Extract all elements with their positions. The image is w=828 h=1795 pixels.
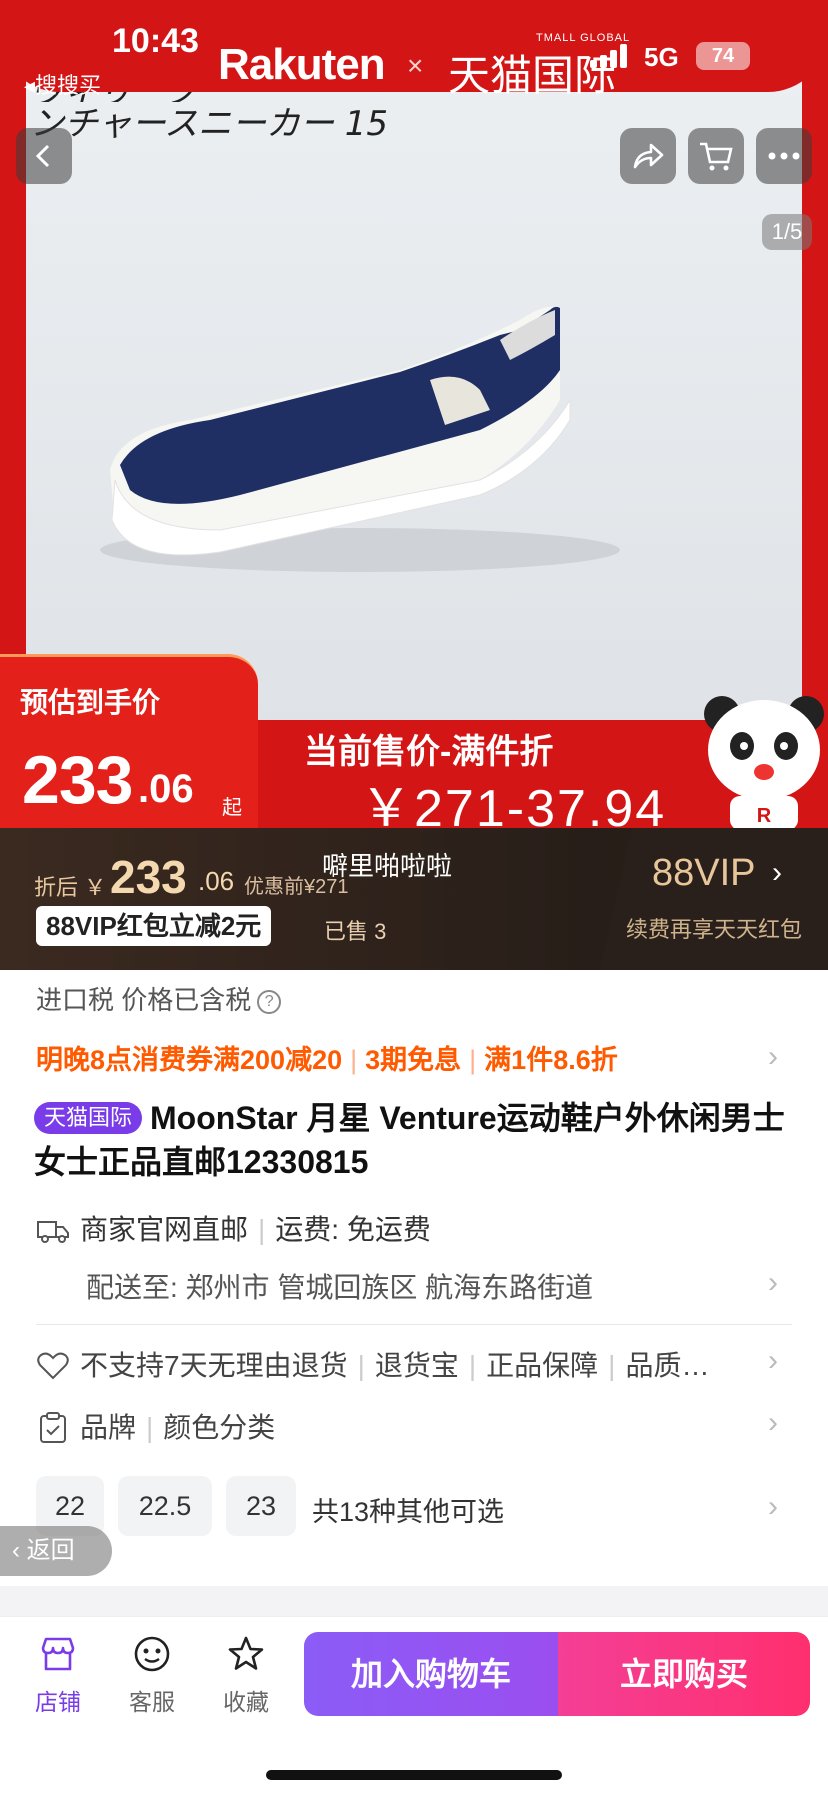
star-icon bbox=[228, 1636, 264, 1670]
chevron-right-icon: › bbox=[768, 1490, 778, 1523]
image-pager: 1/5 bbox=[762, 214, 812, 250]
status-time: 10:43 bbox=[112, 22, 199, 60]
shopping-cart-icon bbox=[700, 142, 733, 171]
vip-entry[interactable] bbox=[600, 828, 828, 970]
promo-coupon: 明晚8点消费券满200减20 bbox=[36, 1045, 343, 1075]
heart-shield-icon bbox=[37, 1352, 69, 1380]
signal-icon bbox=[590, 44, 630, 68]
share-icon bbox=[633, 143, 664, 169]
clipboard-icon bbox=[40, 1412, 66, 1443]
estimated-price-suffix: 起 bbox=[222, 797, 242, 819]
promo-row[interactable]: 明晚8点消费券满200减20 | 3期免息 | 满1件8.6折 bbox=[36, 1038, 618, 1077]
tmall-global-tag: 天猫国际 bbox=[34, 1102, 143, 1134]
favorite-button[interactable]: 收藏 bbox=[206, 1634, 286, 1717]
current-price-value: ￥271-37.94 bbox=[360, 780, 667, 828]
brand-separator: × bbox=[407, 50, 424, 81]
panda-mascot-icon: R bbox=[704, 696, 824, 828]
floating-back-button[interactable]: ‹ 返回 bbox=[0, 1526, 112, 1576]
chevron-right-icon: › bbox=[768, 1406, 778, 1439]
estimated-price-int: 233 bbox=[22, 742, 133, 818]
chevron-right-icon: › bbox=[772, 856, 782, 889]
shoe-image bbox=[100, 306, 620, 572]
vip-redpacket-badge: 88VIP红包立减2元 bbox=[36, 906, 272, 946]
store-icon bbox=[41, 1637, 75, 1671]
sold-count: 已售 3 bbox=[324, 919, 387, 944]
size-option[interactable]: 23 bbox=[226, 1476, 296, 1536]
cart-button[interactable] bbox=[688, 128, 744, 184]
service-guarantees[interactable]: 不支持7天无理由退货 | 退货宝 | 正品保障 | 品质… bbox=[36, 1344, 709, 1384]
more-dots-icon bbox=[768, 152, 800, 160]
chat-face-icon bbox=[134, 1636, 170, 1672]
section-divider bbox=[0, 1586, 828, 1616]
divider bbox=[36, 1324, 792, 1325]
promo-installment: 3期免息 bbox=[365, 1045, 462, 1075]
chevron-right-icon: › bbox=[768, 1040, 778, 1073]
shipping-row: 商家官网直邮 | 运费: 免运费 bbox=[36, 1208, 431, 1248]
promo-discount: 满1件8.6折 bbox=[484, 1045, 618, 1075]
estimated-price-label: 预估到手价 bbox=[20, 687, 161, 718]
svg-text:R: R bbox=[757, 805, 772, 827]
customer-service-button[interactable]: 客服 bbox=[112, 1634, 192, 1717]
after-discount-label: 折后 ￥ bbox=[34, 875, 107, 900]
rakuten-logo: Rakuten bbox=[218, 40, 386, 89]
product-image-gallery[interactable]: ヴィリーブ ンチャースニーカー 15 Rakuten × TMALL GLOBA… bbox=[0, 0, 828, 828]
chevron-right-icon: › bbox=[768, 1344, 778, 1377]
floating-comment: 噼里啪啦啦 bbox=[322, 851, 453, 881]
buy-now-button[interactable]: 立即购买 bbox=[558, 1632, 810, 1716]
truck-icon bbox=[37, 1221, 69, 1243]
add-to-cart-button[interactable]: 加入购物车 bbox=[304, 1632, 558, 1716]
share-button[interactable] bbox=[620, 128, 676, 184]
return-to-app-link[interactable]: ◂搜搜买 bbox=[24, 68, 101, 100]
back-button[interactable] bbox=[16, 128, 72, 184]
vip-label[interactable]: 88VIP bbox=[652, 852, 756, 895]
more-button[interactable] bbox=[756, 128, 812, 184]
chevron-right-icon: › bbox=[768, 1266, 778, 1299]
network-type: 5G bbox=[644, 42, 679, 72]
tax-info[interactable]: 进口税 价格已含税? bbox=[36, 980, 282, 1017]
after-discount-price: 233 bbox=[110, 851, 187, 903]
product-title: 天猫国际 MoonStar 月星 Venture运动鞋户外休闲男士女士正品直邮12… bbox=[34, 1100, 785, 1180]
product-attributes[interactable]: 品牌 | 颜色分类 bbox=[36, 1406, 275, 1446]
estimated-price-box: 预估到手价 233 .06 起 bbox=[0, 654, 258, 828]
chevron-left-icon bbox=[35, 144, 50, 168]
estimated-price-decimal: .06 bbox=[138, 767, 194, 811]
help-icon[interactable]: ? bbox=[257, 990, 282, 1015]
size-option[interactable]: 22.5 bbox=[118, 1476, 212, 1536]
store-button[interactable]: 店铺 bbox=[18, 1634, 98, 1717]
vip-renew-text: 续费再享天天红包 bbox=[626, 917, 803, 942]
delivery-address[interactable]: 配送至: 郑州市 管城回族区 航海东路街道 bbox=[86, 1266, 593, 1306]
more-sizes-link[interactable]: 共13种其他可选 bbox=[312, 1490, 504, 1529]
after-discount-decimal: .06 bbox=[198, 866, 235, 896]
battery-icon: 74 bbox=[696, 42, 750, 70]
home-indicator[interactable] bbox=[266, 1770, 562, 1780]
